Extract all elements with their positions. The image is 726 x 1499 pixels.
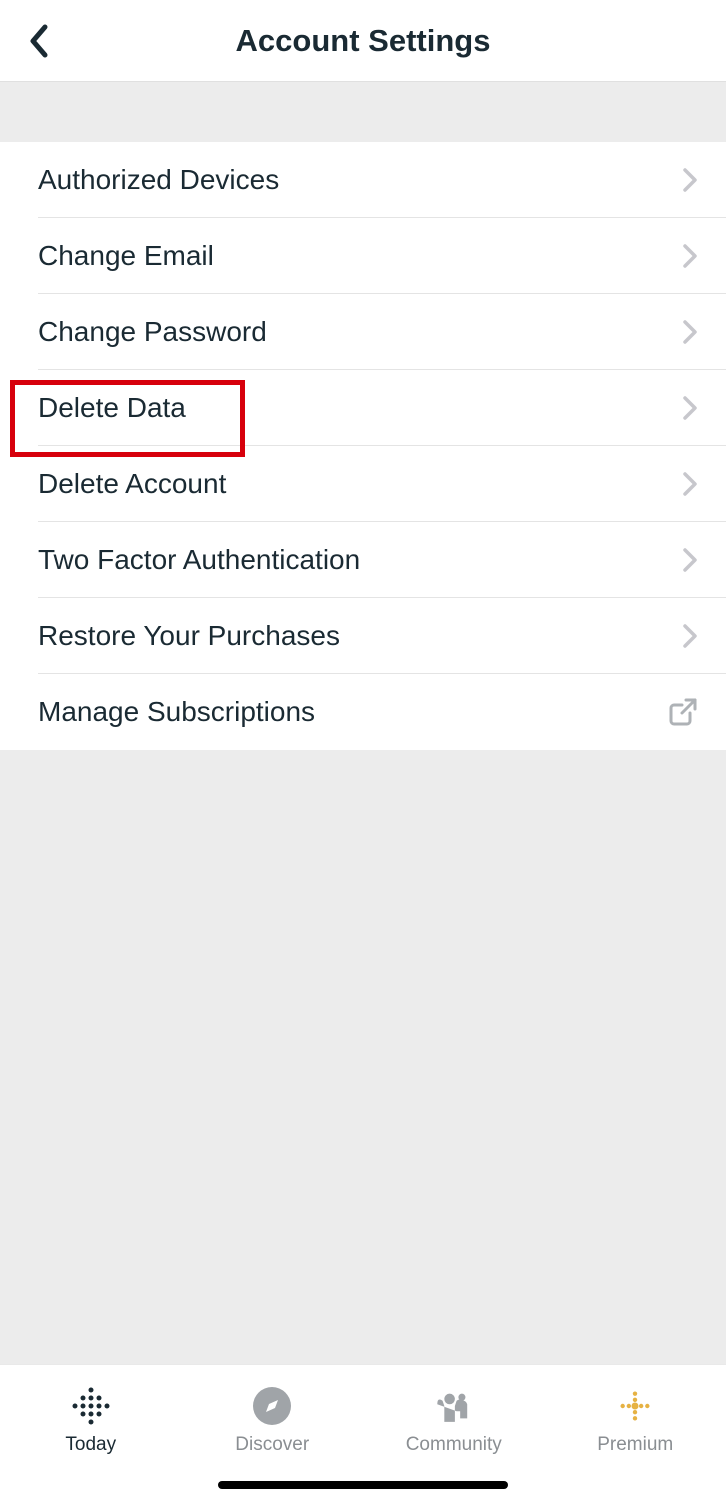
chevron-right-icon <box>682 547 698 573</box>
settings-list: Authorized Devices Change Email Change P… <box>0 142 726 750</box>
settings-label: Change Password <box>38 316 267 348</box>
tab-community[interactable]: Community <box>363 1365 545 1474</box>
settings-item-manage-subscriptions[interactable]: Manage Subscriptions <box>0 674 726 750</box>
settings-item-restore-purchases[interactable]: Restore Your Purchases <box>0 598 726 674</box>
settings-label: Authorized Devices <box>38 164 279 196</box>
settings-label: Two Factor Authentication <box>38 544 360 576</box>
settings-item-change-email[interactable]: Change Email <box>0 218 726 294</box>
premium-icon <box>613 1384 657 1428</box>
chevron-right-icon <box>682 319 698 345</box>
settings-item-delete-data[interactable]: Delete Data <box>0 370 726 446</box>
chevron-right-icon <box>682 167 698 193</box>
chevron-right-icon <box>682 243 698 269</box>
tab-label: Discover <box>235 1434 309 1456</box>
settings-label: Change Email <box>38 240 214 272</box>
tab-label: Today <box>65 1434 116 1456</box>
header: Account Settings <box>0 0 726 82</box>
settings-item-two-factor[interactable]: Two Factor Authentication <box>0 522 726 598</box>
chevron-right-icon <box>682 395 698 421</box>
chevron-right-icon <box>682 623 698 649</box>
settings-label: Manage Subscriptions <box>38 696 315 728</box>
chevron-right-icon <box>682 471 698 497</box>
tab-discover[interactable]: Discover <box>182 1365 364 1474</box>
section-spacer <box>0 82 726 142</box>
external-link-icon <box>668 697 698 727</box>
back-icon <box>27 23 49 59</box>
settings-label: Restore Your Purchases <box>38 620 340 652</box>
settings-item-authorized-devices[interactable]: Authorized Devices <box>0 142 726 218</box>
tab-label: Community <box>406 1434 502 1456</box>
tab-premium[interactable]: Premium <box>545 1365 726 1474</box>
settings-label: Delete Account <box>38 468 226 500</box>
tab-today[interactable]: Today <box>0 1365 182 1474</box>
home-indicator[interactable] <box>218 1481 508 1489</box>
compass-icon <box>250 1384 294 1428</box>
settings-item-delete-account[interactable]: Delete Account <box>0 446 726 522</box>
page-title: Account Settings <box>236 23 491 59</box>
settings-label: Delete Data <box>38 392 186 424</box>
empty-space <box>0 750 726 1364</box>
tab-label: Premium <box>597 1434 673 1456</box>
back-button[interactable] <box>18 21 58 61</box>
tab-bar: Today Discover Community <box>0 1364 726 1499</box>
people-icon <box>432 1384 476 1428</box>
today-icon <box>69 1384 113 1428</box>
settings-item-change-password[interactable]: Change Password <box>0 294 726 370</box>
